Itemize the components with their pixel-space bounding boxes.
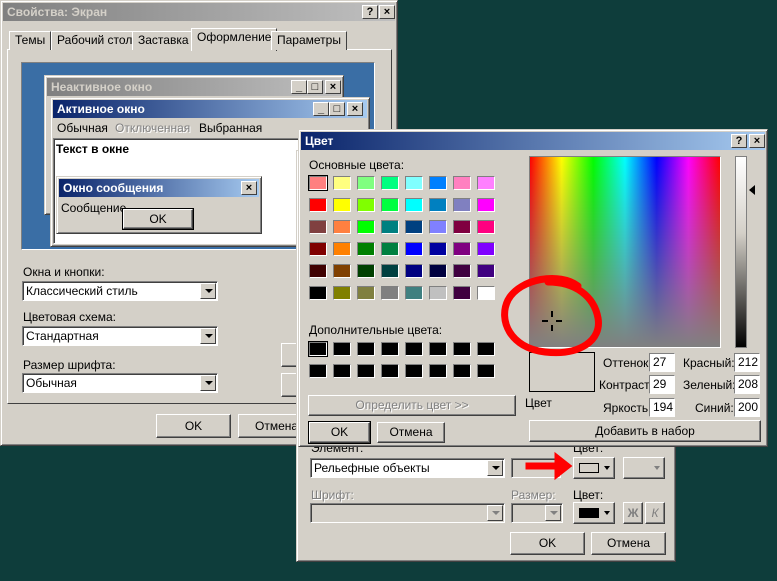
annotation-arrow [525, 451, 573, 481]
annotation-overlay [501, 275, 602, 481]
annotation-circle [501, 275, 602, 357]
